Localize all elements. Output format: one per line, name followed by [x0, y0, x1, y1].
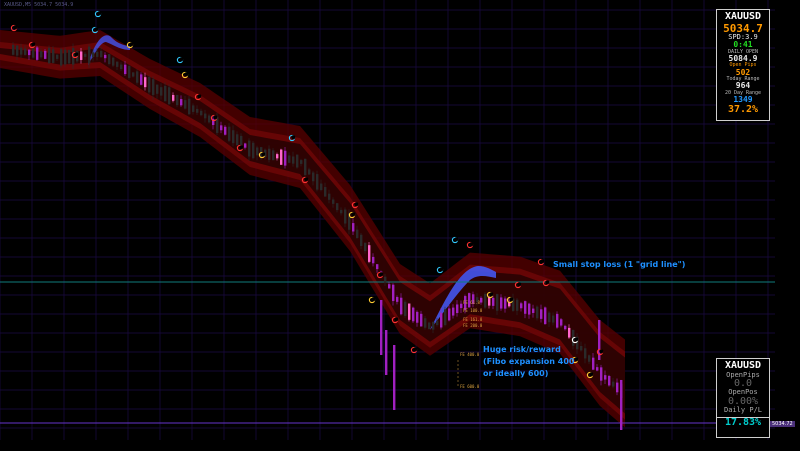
fibo-label-600: FE 600.0 — [460, 384, 480, 389]
fibo-label-61: FE 61.8 — [463, 300, 480, 305]
fibo-label-100: FE 100.0 — [463, 308, 483, 313]
info-panel: XAUUSD 5034.7 SPD:3.9 0:41 DAILY OPEN 50… — [716, 9, 770, 121]
risk-reward-annotation: Huge risk/reward (Fibo expansion 400 or … — [483, 344, 574, 380]
rr-line-2: (Fibo expansion 400 — [483, 357, 575, 366]
stop-loss-annotation: Small stop loss (1 "grid line") — [553, 260, 686, 269]
price-chart[interactable] — [0, 0, 800, 451]
rr-line-3: or ideally 600) — [483, 369, 549, 378]
pl-symbol: XAUUSD — [724, 360, 762, 371]
range-percent: 37.2% — [727, 104, 759, 116]
rr-line-1: Huge risk/reward — [483, 345, 561, 354]
twenty-day-range-value: 1349 — [733, 94, 753, 104]
fibo-label-400: FE 400.0 — [460, 352, 480, 357]
info-symbol: XAUUSD — [724, 11, 762, 22]
daily-pl-label: Daily P/L — [724, 406, 762, 415]
fibo-label-200: FE 200.0 — [463, 323, 483, 328]
chart-symbol-title: XAUUSD,M5 5034.7 5034.9 — [4, 2, 74, 8]
daily-pl-value: 17.83% — [717, 416, 769, 429]
current-price-tag: 5034.72 — [770, 421, 795, 427]
pl-panel: XAUUSD OpenPips 0.0 OpenPos 0.00% Daily … — [716, 358, 770, 438]
fibo-label-161: FE 161.8 — [463, 317, 483, 322]
